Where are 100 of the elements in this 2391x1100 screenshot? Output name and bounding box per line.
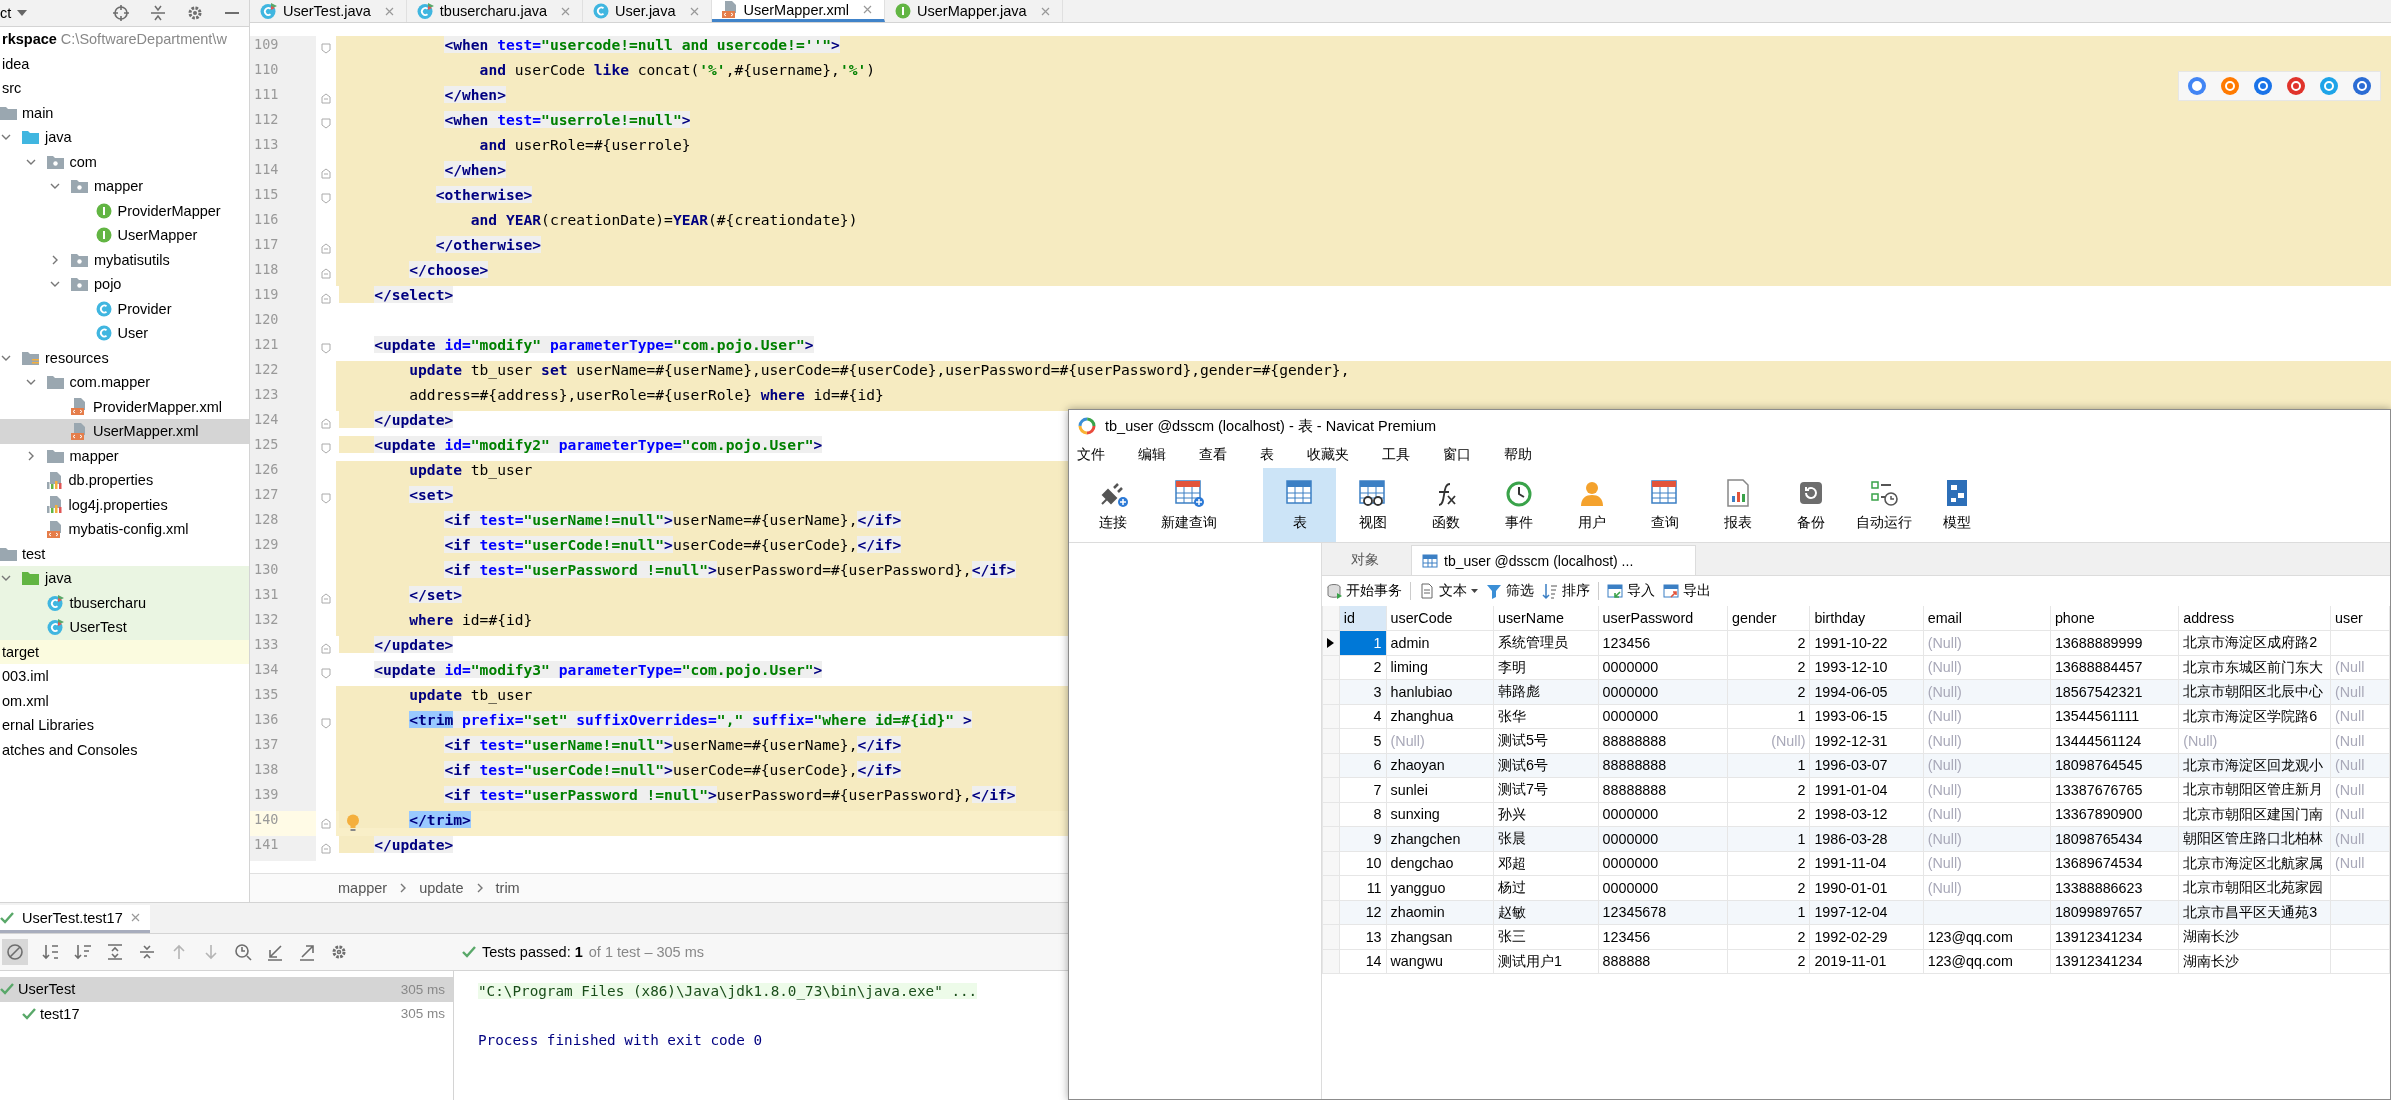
- close-icon[interactable]: [561, 6, 571, 16]
- fold-icon[interactable]: [321, 118, 331, 129]
- tree-item[interactable]: mybatisutils: [0, 247, 249, 272]
- menu-item[interactable]: 收藏夹: [1307, 446, 1349, 464]
- tree-item[interactable]: UserMapper.xml: [0, 419, 249, 444]
- tab[interactable]: tb_user @dsscm (localhost) ...: [1411, 545, 1696, 575]
- column-header[interactable]: userName: [1493, 606, 1599, 631]
- column-header[interactable]: id: [1339, 606, 1387, 631]
- fold-icon[interactable]: [321, 193, 331, 204]
- toolbar-button[interactable]: 备份: [1774, 468, 1847, 542]
- toolbar-button[interactable]: 函数: [1409, 468, 1482, 542]
- tree-item[interactable]: db.properties: [0, 468, 249, 493]
- tree-item[interactable]: ProviderMapper: [0, 198, 249, 223]
- expand-all-icon[interactable]: [106, 943, 124, 961]
- menu-item[interactable]: 表: [1260, 446, 1274, 464]
- browser-icon[interactable]: [2319, 76, 2339, 96]
- fold-icon[interactable]: [321, 268, 331, 279]
- tree-item[interactable]: 003.iml: [0, 664, 249, 689]
- tree-item[interactable]: pojo: [0, 272, 249, 297]
- tree-item[interactable]: User: [0, 321, 249, 346]
- menu-item[interactable]: 文件: [1077, 446, 1105, 464]
- browser-icon[interactable]: [2187, 76, 2207, 96]
- column-header[interactable]: address: [2178, 606, 2331, 631]
- fold-icon[interactable]: [321, 493, 331, 504]
- toolbar-button[interactable]: 视图: [1336, 468, 1409, 542]
- tree-item[interactable]: rkspace C:\SoftwareDepartment\w: [0, 27, 249, 52]
- fold-icon[interactable]: [321, 43, 331, 54]
- sort-icon[interactable]: [42, 943, 60, 961]
- test-item[interactable]: test17 305 ms: [0, 1001, 453, 1026]
- collapse-icon[interactable]: [151, 5, 165, 21]
- column-header[interactable]: userCode: [1386, 606, 1494, 631]
- toolbar-button[interactable]: 查询: [1628, 468, 1701, 542]
- tree-item[interactable]: tbusercharu: [0, 590, 249, 615]
- tree-item[interactable]: idea: [0, 51, 249, 76]
- test-item[interactable]: UserTest 305 ms: [0, 977, 453, 1002]
- menu-item[interactable]: 查看: [1199, 446, 1227, 464]
- tree-item[interactable]: mybatis-config.xml: [0, 517, 249, 542]
- toolbar-button[interactable]: 导入: [1607, 582, 1655, 600]
- fold-icon[interactable]: [321, 418, 331, 429]
- fold-icon[interactable]: [321, 643, 331, 654]
- down-arrow-icon[interactable]: [202, 943, 220, 961]
- fold-icon[interactable]: [321, 843, 331, 854]
- editor-tab[interactable]: tbusercharu.java: [406, 0, 584, 22]
- close-icon[interactable]: [863, 5, 873, 14]
- toolbar-button[interactable]: 用户: [1555, 468, 1628, 542]
- menu-item[interactable]: 工具: [1382, 446, 1410, 464]
- panel-title[interactable]: ct: [0, 5, 12, 21]
- column-header[interactable]: email: [1923, 606, 2051, 631]
- browser-icon[interactable]: [2253, 76, 2273, 96]
- fold-icon[interactable]: [321, 443, 331, 454]
- close-icon[interactable]: [1040, 6, 1050, 16]
- export-icon[interactable]: [298, 943, 316, 961]
- clock-icon[interactable]: [234, 943, 252, 961]
- settings-icon[interactable]: [187, 5, 203, 21]
- lightbulb-icon[interactable]: [346, 814, 360, 832]
- column-header[interactable]: birthday: [1809, 606, 1924, 631]
- tree-item[interactable]: com.mapper: [0, 370, 249, 395]
- tree-item[interactable]: java: [0, 125, 249, 150]
- toolbar-button[interactable]: 新建查询: [1149, 468, 1229, 542]
- tree-item[interactable]: log4j.properties: [0, 492, 249, 517]
- editor-tab[interactable]: UserMapper.java: [885, 0, 1063, 22]
- column-header[interactable]: userPassword: [1598, 606, 1728, 631]
- menu-item[interactable]: 帮助: [1504, 446, 1532, 464]
- tree-item[interactable]: ernal Libraries: [0, 713, 249, 738]
- browser-icon[interactable]: [2286, 76, 2306, 96]
- fold-icon[interactable]: [321, 168, 331, 179]
- tree-item[interactable]: test: [0, 541, 249, 566]
- fold-icon[interactable]: [321, 93, 331, 104]
- toolbar-button[interactable]: 连接: [1077, 468, 1149, 542]
- close-icon[interactable]: [130, 913, 140, 922]
- tree-item[interactable]: UserMapper: [0, 223, 249, 248]
- fold-icon[interactable]: [321, 718, 331, 729]
- fold-icon[interactable]: [321, 243, 331, 254]
- menu-item[interactable]: 窗口: [1443, 446, 1471, 464]
- menu-item[interactable]: 编辑: [1138, 446, 1166, 464]
- toolbar-button[interactable]: 文本: [1419, 582, 1478, 600]
- fold-icon[interactable]: [321, 593, 331, 604]
- run-tab[interactable]: UserTest.test17: [0, 905, 150, 933]
- tree-item[interactable]: mapper: [0, 443, 249, 468]
- sort-icon[interactable]: [74, 943, 92, 961]
- tree-item[interactable]: target: [0, 639, 249, 664]
- tab[interactable]: 对象: [1322, 545, 1407, 575]
- toolbar-button[interactable]: 开始事务: [1326, 582, 1402, 600]
- browser-icon[interactable]: [2220, 76, 2240, 96]
- locate-icon[interactable]: [113, 5, 129, 21]
- import-icon[interactable]: [266, 943, 284, 961]
- column-header[interactable]: user: [2330, 606, 2390, 631]
- editor-tab[interactable]: User.java: [583, 0, 712, 22]
- breadcrumb-item[interactable]: update: [419, 880, 464, 896]
- breadcrumb-item[interactable]: trim: [495, 880, 520, 896]
- column-header[interactable]: gender: [1727, 606, 1810, 631]
- browser-icon[interactable]: [2352, 76, 2372, 96]
- tree-item[interactable]: src: [0, 76, 249, 101]
- toolbar-button[interactable]: 模型: [1920, 468, 1993, 542]
- minimize-icon[interactable]: [225, 11, 239, 15]
- tree-item[interactable]: ProviderMapper.xml: [0, 394, 249, 419]
- toolbar-button[interactable]: 筛选: [1486, 582, 1534, 600]
- tree-item[interactable]: om.xml: [0, 688, 249, 713]
- tree-item[interactable]: main: [0, 100, 249, 125]
- toolbar-button[interactable]: 排序: [1542, 582, 1590, 600]
